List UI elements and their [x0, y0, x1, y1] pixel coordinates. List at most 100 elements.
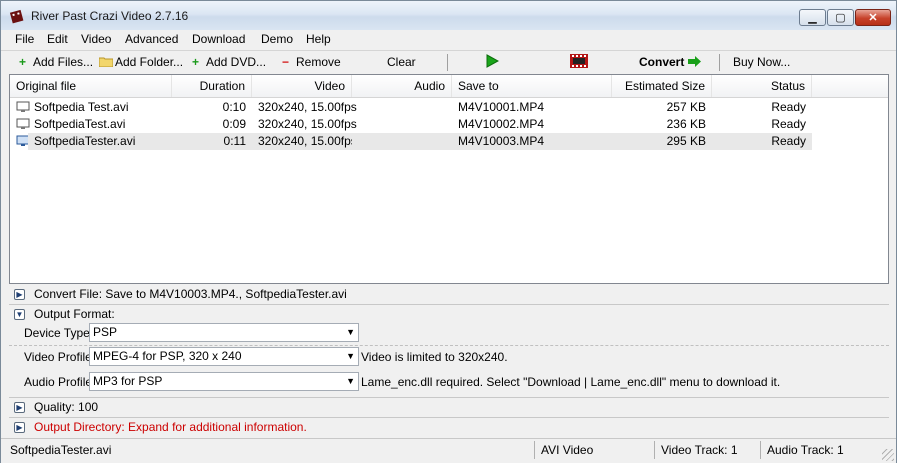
divider: [9, 345, 889, 346]
folder-icon: [98, 57, 114, 68]
menu-advanced[interactable]: Advanced: [125, 32, 178, 46]
status-separator: [760, 441, 761, 459]
preview-button[interactable]: [570, 54, 588, 71]
status-separator: [654, 441, 655, 459]
collapse-icon[interactable]: ▼: [14, 309, 25, 320]
menu-video[interactable]: Video: [81, 32, 111, 46]
menu-download[interactable]: Download: [192, 32, 245, 46]
cell-status: Ready: [771, 117, 806, 131]
output-directory-text: Output Directory: Expand for additional …: [34, 420, 307, 434]
cell-status: Ready: [712, 133, 812, 150]
menu-file[interactable]: File: [15, 32, 34, 46]
dropdown-arrow-icon: ▼: [346, 376, 355, 386]
title-bar[interactable]: River Past Crazi Video 2.7.16 ▁ ▢ ✕: [1, 1, 896, 31]
video-profile-hint: Video is limited to 320x240.: [361, 350, 508, 364]
toolbar: + Add Files... Add Folder... + Add DVD... …: [1, 50, 896, 74]
film-strip-icon: [570, 54, 588, 68]
column-estimated-size[interactable]: Estimated Size: [612, 75, 712, 97]
plus-icon: +: [19, 55, 27, 69]
resize-grip[interactable]: [882, 449, 894, 461]
clear-button[interactable]: Clear: [387, 55, 416, 69]
cell-status: Ready: [771, 100, 806, 114]
add-folder-button[interactable]: Add Folder...: [98, 55, 183, 69]
cell-save-to: M4V10002.MP4: [458, 117, 545, 131]
cell-video: 320x240, 15.00fps: [258, 100, 357, 114]
cell-video: 320x240, 15.00fps: [258, 117, 357, 131]
dropdown-arrow-icon: ▼: [346, 327, 355, 337]
cell-save-to: M4V10001.MP4: [458, 100, 545, 114]
column-original-file[interactable]: Original file: [10, 75, 172, 97]
cell-audio: [352, 116, 452, 133]
play-button[interactable]: [486, 54, 500, 71]
convert-button[interactable]: Convert: [639, 55, 701, 69]
buy-now-button[interactable]: Buy Now...: [733, 55, 790, 69]
table-row-selected[interactable]: SoftpediaTester.avi 0:11 320x240, 15.00f…: [10, 133, 888, 150]
file-list[interactable]: Original file Duration Video Audio Save …: [9, 74, 889, 284]
dropdown-arrow-icon: ▼: [346, 351, 355, 361]
column-save-to[interactable]: Save to: [452, 75, 612, 97]
convert-file-text: Convert File: Save to M4V10003.MP4., Sof…: [34, 287, 347, 301]
expand-icon[interactable]: ▶: [14, 289, 25, 300]
audio-profile-value: MP3 for PSP: [93, 374, 163, 388]
column-audio[interactable]: Audio: [352, 75, 452, 97]
status-format: AVI Video: [541, 443, 594, 457]
add-dvd-label: Add DVD...: [206, 55, 267, 69]
cell-audio: [352, 133, 452, 150]
output-format-section: ▼ Output Format: Device Type: PSP ▼ Vide…: [9, 305, 889, 398]
quality-text: Quality: 100: [34, 400, 99, 414]
expand-icon[interactable]: ▶: [14, 422, 25, 433]
quality-section[interactable]: ▶ Quality: 100: [9, 398, 889, 418]
audio-profile-label: Audio Profile:: [24, 375, 96, 389]
remove-label: Remove: [296, 55, 341, 69]
video-profile-dropdown[interactable]: MPEG-4 for PSP, 320 x 240 ▼: [89, 347, 359, 366]
cell-save-to: M4V10003.MP4: [452, 133, 612, 150]
cell-size: 295 KB: [612, 133, 712, 150]
app-film-icon: [9, 9, 24, 24]
expand-icon[interactable]: ▶: [14, 402, 25, 413]
cell-duration: 0:10: [222, 100, 246, 114]
minus-icon: −: [282, 55, 290, 69]
plus-icon: +: [192, 55, 200, 69]
audio-profile-dropdown[interactable]: MP3 for PSP ▼: [89, 372, 359, 391]
app-window: River Past Crazi Video 2.7.16 ▁ ▢ ✕ File…: [0, 0, 897, 463]
table-row[interactable]: SoftpediaTest.avi 0:09 320x240, 15.00fps…: [10, 116, 888, 133]
minimize-button[interactable]: ▁: [799, 9, 826, 26]
menu-edit[interactable]: Edit: [47, 32, 68, 46]
convert-file-section[interactable]: ▶ Convert File: Save to M4V10003.MP4., S…: [9, 285, 889, 305]
status-audio-track: Audio Track: 1: [767, 443, 844, 457]
menu-bar: File Edit Video Advanced Download Demo H…: [1, 30, 896, 49]
play-icon: [486, 54, 500, 68]
cell-file: Softpedia Test.avi: [34, 100, 129, 114]
column-video[interactable]: Video: [252, 75, 352, 97]
cell-duration: 0:09: [222, 117, 246, 131]
add-dvd-button[interactable]: + Add DVD...: [192, 55, 266, 69]
toolbar-separator: [719, 54, 720, 71]
add-files-label: Add Files...: [33, 55, 94, 69]
convert-label: Convert: [639, 55, 685, 69]
output-directory-section[interactable]: ▶ Output Directory: Expand for additiona…: [9, 418, 889, 437]
status-separator: [534, 441, 535, 459]
add-files-button[interactable]: + Add Files...: [19, 55, 93, 69]
maximize-button[interactable]: ▢: [827, 9, 854, 26]
output-format-title: Output Format:: [34, 307, 115, 321]
cell-size: 236 KB: [666, 117, 706, 131]
window-title: River Past Crazi Video 2.7.16: [31, 9, 189, 23]
table-row[interactable]: Softpedia Test.avi 0:10 320x240, 15.00fp…: [10, 99, 888, 116]
device-type-label: Device Type:: [24, 326, 94, 340]
device-type-value: PSP: [93, 325, 118, 339]
close-button[interactable]: ✕: [855, 9, 891, 26]
cell-file: SoftpediaTester.avi: [28, 133, 172, 150]
status-bar: SoftpediaTester.avi AVI Video Video Trac…: [1, 438, 896, 463]
column-duration[interactable]: Duration: [172, 75, 252, 97]
toolbar-separator: [447, 54, 448, 71]
column-status[interactable]: Status: [712, 75, 812, 97]
video-profile-label: Video Profile:: [24, 350, 96, 364]
cell-size: 257 KB: [666, 100, 706, 114]
menu-demo[interactable]: Demo: [261, 32, 293, 46]
device-type-dropdown[interactable]: PSP ▼: [89, 323, 359, 342]
menu-help[interactable]: Help: [306, 32, 331, 46]
remove-button[interactable]: − Remove: [282, 55, 341, 69]
arrow-right-icon: [687, 56, 701, 67]
status-file: SoftpediaTester.avi: [10, 443, 112, 457]
video-profile-value: MPEG-4 for PSP, 320 x 240: [93, 349, 242, 363]
